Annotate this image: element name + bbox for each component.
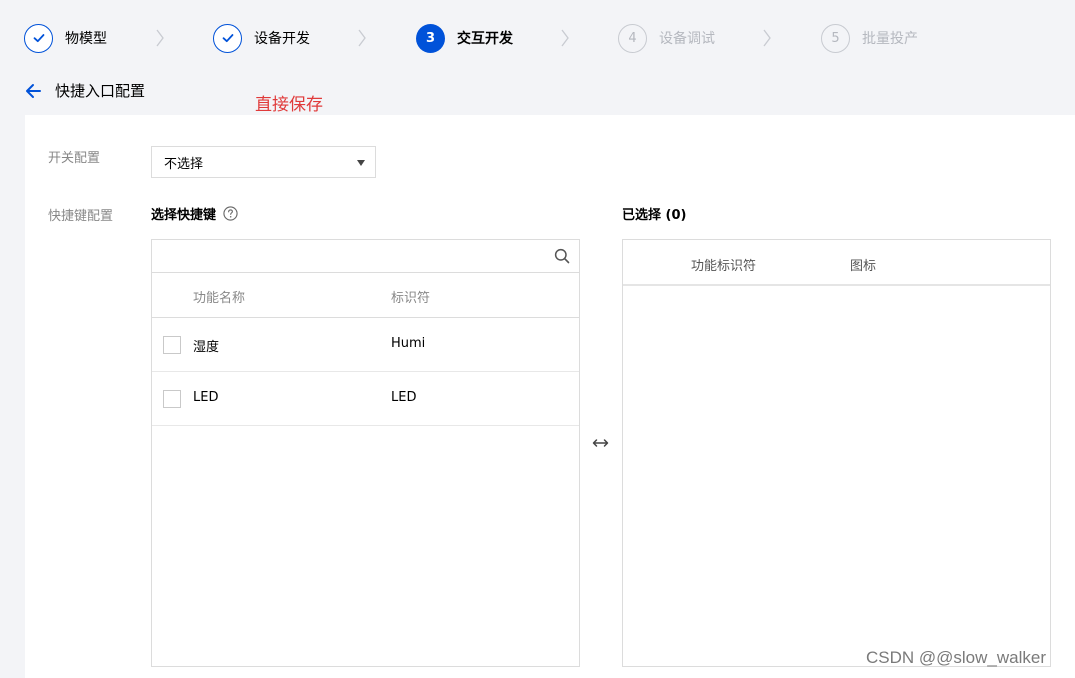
identifier-cell: LED (391, 390, 417, 405)
arrow-left-icon[interactable] (24, 83, 42, 99)
step-5[interactable]: 5 批量投产 (821, 23, 918, 53)
step-label: 批量投产 (862, 31, 918, 47)
check-icon (24, 23, 53, 53)
column-header-name: 功能名称 (193, 291, 246, 306)
step-3[interactable]: 3 交互开发 (416, 23, 513, 53)
search-icon[interactable] (554, 248, 570, 264)
check-icon (213, 23, 242, 53)
table-row: LED LED (152, 372, 579, 426)
page-title: 快捷入口配置 (55, 82, 146, 100)
column-header-id: 标识符 (391, 291, 431, 306)
step-label: 设备开发 (254, 31, 310, 47)
search-bar (152, 240, 579, 273)
table-row: 湿度 Humi (152, 318, 579, 372)
table-header: 功能名称 标识符 (152, 273, 579, 318)
step-label: 物模型 (65, 31, 107, 47)
search-input[interactable] (152, 240, 532, 271)
transfer-arrows-icon (592, 439, 609, 447)
function-name-cell: 湿度 (193, 340, 220, 355)
step-label: 交互开发 (457, 31, 513, 47)
chevron-right-icon (763, 29, 771, 47)
step-number: 5 (821, 23, 850, 53)
step-4[interactable]: 4 设备调试 (618, 23, 715, 53)
switch-select-value: 不选择 (164, 156, 204, 172)
step-1[interactable]: 物模型 (24, 23, 107, 53)
shortcut-config-label: 快捷键配置 (48, 209, 114, 224)
select-shortcut-title: 选择快捷键 (151, 204, 238, 223)
step-2[interactable]: 设备开发 (213, 23, 310, 53)
column-header-function-id: 功能标识符 (691, 259, 757, 274)
page-header: 快捷入口配置 (24, 80, 145, 101)
help-icon[interactable] (223, 206, 238, 221)
config-panel: 开关配置 不选择 快捷键配置 选择快捷键 已选择 (0) 功能名称 标识符 湿度 (25, 115, 1075, 678)
row-checkbox[interactable] (163, 390, 181, 408)
shortcut-source-list: 功能名称 标识符 湿度 Humi LED LED (151, 239, 580, 667)
switch-config-label: 开关配置 (48, 151, 101, 166)
function-name-cell: LED (193, 390, 219, 405)
select-shortcut-title-text: 选择快捷键 (151, 208, 217, 223)
watermark: CSDN @@slow_walker (866, 648, 1046, 667)
caret-down-icon (357, 160, 365, 166)
column-header-icon: 图标 (850, 259, 877, 274)
chevron-right-icon (561, 29, 569, 47)
step-label: 设备调试 (659, 31, 715, 47)
shortcut-selected-list: 功能标识符 图标 (622, 239, 1051, 667)
row-checkbox[interactable] (163, 336, 181, 354)
step-number: 3 (416, 23, 445, 53)
selected-table-header: 功能标识符 图标 (623, 240, 1050, 286)
selected-title: 已选择 (0) (622, 208, 687, 223)
chevron-right-icon (358, 29, 366, 47)
stepper: 物模型 设备开发 3 交互开发 4 设备调试 5 批量投产 (0, 0, 1075, 75)
chevron-right-icon (156, 29, 164, 47)
switch-select[interactable]: 不选择 (151, 146, 376, 178)
step-number: 4 (618, 23, 647, 53)
identifier-cell: Humi (391, 336, 426, 351)
annotation-text: 直接保存 (255, 95, 323, 115)
